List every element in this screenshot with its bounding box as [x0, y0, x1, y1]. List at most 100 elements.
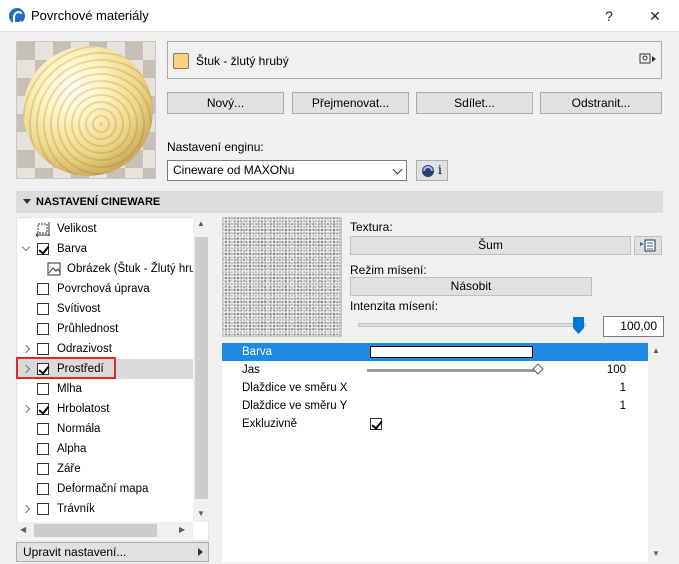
bump-checkbox[interactable] [37, 403, 49, 415]
property-name: Jas [242, 364, 260, 376]
scroll-up-icon[interactable]: ▲ [197, 219, 205, 228]
tree-item-color[interactable]: Barva [17, 239, 193, 259]
scroll-down-icon[interactable]: ▼ [197, 509, 205, 518]
tree-item-glow[interactable]: Záře [17, 459, 193, 479]
exclusive-checkbox[interactable] [370, 418, 382, 430]
brightness-slider-thumb[interactable] [532, 363, 544, 375]
property-row-exclusive[interactable]: Exkluzivně [222, 415, 648, 433]
material-preview [16, 41, 156, 179]
tree-item-luminance[interactable]: Svítivost [17, 299, 193, 319]
tree-item-normal[interactable]: Normála [17, 419, 193, 439]
title-bar: Povrchové materiály ? ✕ [0, 0, 679, 32]
tree-item-bump[interactable]: Hrbolatost [17, 399, 193, 419]
expand-chevron-icon[interactable] [21, 404, 31, 414]
scroll-up-icon[interactable]: ▲ [652, 346, 660, 355]
property-value[interactable]: 1 [620, 379, 626, 397]
tree-item-label: Alpha [57, 443, 87, 455]
tree-item-label: Deformační mapa [57, 483, 149, 495]
tree-item-fog[interactable]: Mlha [17, 379, 193, 399]
cineware-logo-icon [422, 165, 434, 177]
property-row-tile-y[interactable]: Dlaždice ve směru Y 1 [222, 397, 648, 415]
tree-horizontal-scrollbar[interactable]: ◀ ▶ [16, 522, 193, 539]
tree-item-grass[interactable]: Trávník [17, 499, 193, 519]
rename-material-button[interactable]: Přejmenovat... [292, 92, 409, 114]
scroll-right-icon[interactable]: ▶ [179, 525, 185, 534]
expand-chevron-icon[interactable] [21, 504, 31, 514]
tree-item-label: Obrázek (Štuk - Žlutý hrubý) [67, 263, 193, 275]
property-row-brightness[interactable]: Jas 100 [222, 361, 648, 379]
color-swatch-bar[interactable] [370, 346, 533, 358]
arrow-right-icon [198, 548, 203, 556]
reflectance-checkbox[interactable] [37, 343, 49, 355]
preview-sphere [23, 46, 153, 176]
texture-list-icon [640, 239, 656, 252]
normal-checkbox[interactable] [37, 423, 49, 435]
texture-browse-button[interactable] [634, 236, 662, 255]
material-name: Štuk - žlutý hrubý [196, 54, 289, 68]
property-value[interactable]: 1 [620, 397, 626, 415]
tree-item-finish[interactable]: Povrchová úprava [17, 279, 193, 299]
material-selector[interactable]: Štuk - žlutý hrubý [167, 41, 662, 79]
delete-material-button[interactable]: Odstranit... [540, 92, 662, 114]
glow-checkbox[interactable] [37, 463, 49, 475]
expand-chevron-icon[interactable] [21, 344, 31, 354]
tree-item-label: Průhlednost [57, 323, 119, 335]
share-material-button[interactable]: Sdílet... [416, 92, 533, 114]
new-material-button[interactable]: Nový... [167, 92, 284, 114]
chevron-down-icon [392, 164, 403, 175]
tree-item-label: Hrbolatost [57, 403, 110, 415]
brightness-slider[interactable] [367, 369, 535, 372]
blend-intensity-slider[interactable] [358, 323, 586, 327]
tree-item-displacement[interactable]: Deformační mapa [17, 479, 193, 499]
scroll-down-icon[interactable]: ▼ [652, 549, 660, 558]
tree-item-transparency[interactable]: Průhlednost [17, 319, 193, 339]
tree-item-alpha[interactable]: Alpha [17, 439, 193, 459]
tree-item-label: Normála [57, 423, 101, 435]
finish-checkbox[interactable] [37, 283, 49, 295]
help-button[interactable]: ? [594, 5, 624, 27]
close-button[interactable]: ✕ [640, 5, 670, 27]
tree-vertical-scrollbar[interactable]: ▲ ▼ [193, 217, 209, 522]
fog-checkbox[interactable] [37, 383, 49, 395]
channel-tree: Velikost Barva Obrázek (Štuk - Žlutý hru… [16, 217, 209, 541]
scroll-left-icon[interactable]: ◀ [20, 525, 26, 534]
tree-item-label: Mlha [57, 383, 82, 395]
tree-item-size[interactable]: Velikost [17, 219, 193, 239]
luminance-checkbox[interactable] [37, 303, 49, 315]
tree-item-image[interactable]: Obrázek (Štuk - Žlutý hrubý) [17, 259, 193, 279]
property-value[interactable]: 100 [607, 361, 626, 379]
tree-item-label: Svítivost [57, 303, 101, 315]
property-row-color[interactable]: Barva [222, 343, 648, 361]
cineware-settings-header[interactable]: NASTAVENÍ CINEWARE [16, 191, 663, 213]
blend-mode-select[interactable]: Násobit [350, 277, 592, 296]
property-row-tile-x[interactable]: Dlaždice ve směru X 1 [222, 379, 648, 397]
tree-hscroll-thumb[interactable] [34, 524, 157, 537]
engine-select[interactable]: Cineware od MAXONu [167, 160, 407, 181]
tree-item-label: Povrchová úprava [57, 283, 150, 295]
window-title: Povrchové materiály [31, 8, 149, 23]
color-checkbox[interactable] [37, 243, 49, 255]
properties-scrollbar[interactable]: ▲ ▼ [648, 343, 664, 562]
expand-chevron-icon[interactable] [21, 242, 31, 252]
engine-info-button[interactable]: i [416, 160, 448, 181]
tree-scroll-thumb[interactable] [195, 237, 208, 499]
archicad-app-icon [9, 8, 25, 24]
blend-intensity-input[interactable]: 100,00 [603, 316, 664, 337]
edit-settings-button[interactable]: Upravit nastavení... [16, 542, 209, 562]
grass-checkbox[interactable] [37, 503, 49, 515]
collapse-triangle-icon [23, 199, 31, 204]
alpha-checkbox[interactable] [37, 443, 49, 455]
texture-select-button[interactable]: Šum [350, 236, 631, 255]
tree-item-label: Trávník [57, 503, 95, 515]
tree-item-reflectance[interactable]: Odrazivost [17, 339, 193, 359]
transparency-checkbox[interactable] [37, 323, 49, 335]
material-menu-icon[interactable] [639, 52, 657, 68]
image-icon [47, 262, 61, 276]
property-name: Dlaždice ve směru X [242, 382, 348, 394]
blend-mode-label: Režim mísení: [350, 263, 427, 277]
displacement-checkbox[interactable] [37, 483, 49, 495]
highlight-frame [16, 357, 116, 379]
blend-intensity-thumb[interactable] [573, 317, 584, 334]
blend-intensity-label: Intenzita mísení: [350, 299, 439, 313]
engine-select-value: Cineware od MAXONu [173, 163, 295, 177]
